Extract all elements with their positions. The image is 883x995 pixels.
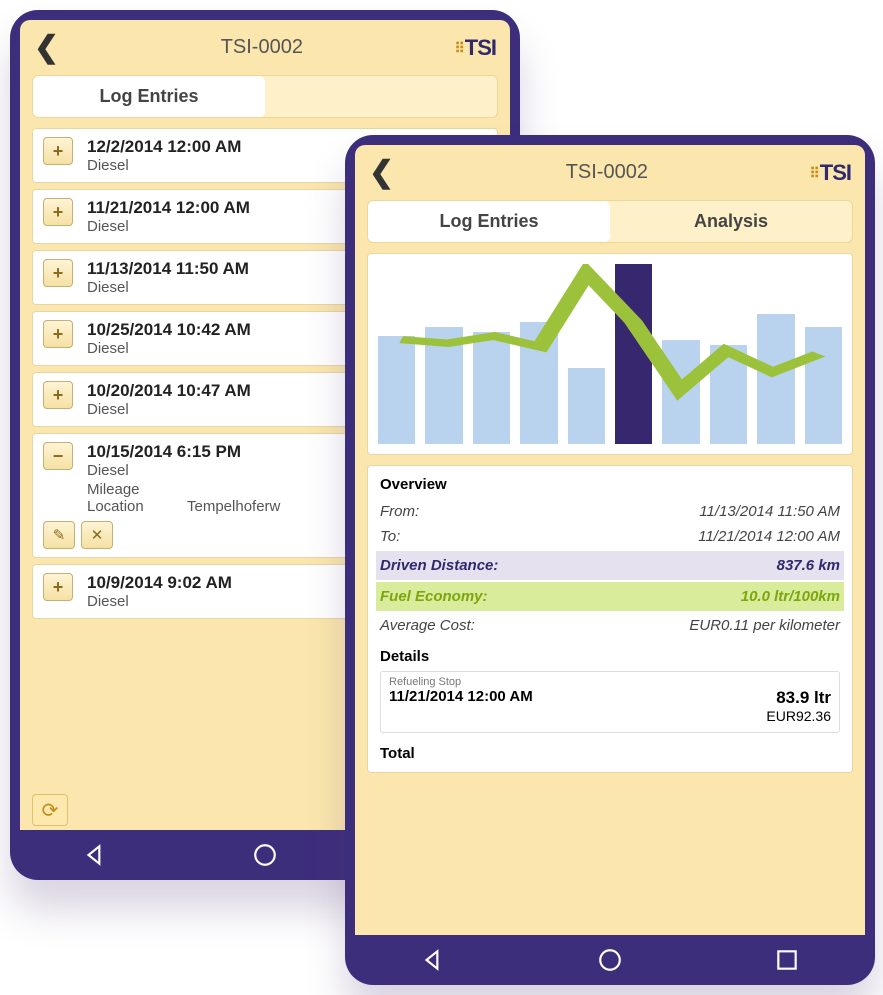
entry-type: Diesel: [87, 279, 249, 296]
screen-analysis: ❮ TSI-0002 TSI Log Entries Analysis Over…: [355, 145, 865, 935]
tsi-logo: TSI: [810, 160, 852, 186]
mileage-label: Mileage: [87, 481, 187, 498]
overview-to-label: To:: [380, 528, 400, 545]
stop-date: 11/21/2014 12:00 AM: [389, 688, 533, 705]
total-label: Total: [380, 745, 840, 762]
expand-icon[interactable]: +: [43, 573, 73, 601]
entry-info: 11/13/2014 11:50 AM Diesel: [87, 259, 249, 296]
overview-fuel: Fuel Economy: 10.0 ltr/100km: [376, 582, 844, 611]
expand-icon[interactable]: +: [43, 259, 73, 287]
entry-info: 10/25/2014 10:42 AM Diesel: [87, 320, 251, 357]
overview-avg: Average Cost: EUR0.11 per kilometer: [380, 613, 840, 638]
refresh-button[interactable]: ⟳: [32, 794, 68, 826]
tabs: Log Entries Analysis: [367, 200, 853, 243]
expand-icon[interactable]: +: [43, 320, 73, 348]
entry-date: 11/21/2014 12:00 AM: [87, 198, 250, 218]
stop-cost: EUR92.36: [766, 708, 831, 724]
entry-info: 10/15/2014 6:15 PM Diesel Mileage Locati…: [87, 442, 280, 515]
entry-type: Diesel: [87, 401, 251, 418]
location-value: Tempelhoferw: [187, 498, 280, 515]
expand-icon[interactable]: +: [43, 381, 73, 409]
entry-date: 10/15/2014 6:15 PM: [87, 442, 280, 462]
tab-log-entries[interactable]: Log Entries: [368, 201, 610, 242]
tabs: Log Entries: [32, 75, 498, 118]
overview-from: From: 11/13/2014 11:50 AM: [380, 499, 840, 524]
expand-icon[interactable]: +: [43, 198, 73, 226]
page-title: TSI-0002: [69, 36, 454, 59]
details-title: Details: [380, 648, 840, 665]
overview-to: To: 11/21/2014 12:00 AM: [380, 524, 840, 549]
nav-home-icon[interactable]: [597, 947, 623, 973]
delete-icon[interactable]: ✕: [81, 521, 113, 549]
nav-back-icon[interactable]: [420, 947, 446, 973]
entry-info: 11/21/2014 12:00 AM Diesel: [87, 198, 250, 235]
overview-driven: Driven Distance: 837.6 km: [376, 551, 844, 580]
tsi-logo: TSI: [455, 35, 497, 61]
entry-type: Diesel: [87, 340, 251, 357]
nav-recent-icon[interactable]: [774, 947, 800, 973]
entry-date: 10/9/2014 9:02 AM: [87, 573, 232, 593]
overview-to-value: 11/21/2014 12:00 AM: [698, 528, 840, 545]
mobile-device-analysis: ❮ TSI-0002 TSI Log Entries Analysis Over…: [345, 135, 875, 985]
entry-date: 12/2/2014 12:00 AM: [87, 137, 241, 157]
chart-container: [367, 253, 853, 455]
mileage-value: [187, 481, 280, 498]
expand-icon[interactable]: +: [43, 137, 73, 165]
collapse-icon[interactable]: −: [43, 442, 73, 470]
analysis-panel: Overview From: 11/13/2014 11:50 AM To: 1…: [367, 253, 853, 923]
stop-amount: 83.9 ltr: [766, 688, 831, 708]
fuel-chart[interactable]: [378, 264, 842, 444]
entry-details: Mileage Location Tempelhoferw: [87, 481, 280, 515]
tab-analysis[interactable]: Analysis: [610, 201, 852, 242]
entry-type: Diesel: [87, 157, 241, 174]
nav-back-icon[interactable]: [82, 842, 108, 868]
tab-log-entries[interactable]: Log Entries: [33, 76, 265, 117]
entry-info: 10/9/2014 9:02 AM Diesel: [87, 573, 232, 610]
header: ❮ TSI-0002 TSI: [20, 20, 510, 71]
stop-label: Refueling Stop: [389, 676, 831, 688]
overview-driven-value: 837.6 km: [777, 557, 840, 574]
entry-info: 12/2/2014 12:00 AM Diesel: [87, 137, 241, 174]
entry-info: 10/20/2014 10:47 AM Diesel: [87, 381, 251, 418]
nav-home-icon[interactable]: [252, 842, 278, 868]
refresh-icon: ⟳: [42, 798, 59, 823]
overview-from-label: From:: [380, 503, 419, 520]
back-button[interactable]: ❮: [369, 155, 404, 190]
entry-date: 10/20/2014 10:47 AM: [87, 381, 251, 401]
header: ❮ TSI-0002 TSI: [355, 145, 865, 196]
back-button[interactable]: ❮: [34, 30, 69, 65]
overview-title: Overview: [380, 476, 840, 493]
entry-type: Diesel: [87, 593, 232, 610]
entry-type: Diesel: [87, 462, 280, 479]
overview-avg-label: Average Cost:: [380, 617, 475, 634]
location-label: Location: [87, 498, 187, 515]
android-navbar: [345, 935, 875, 985]
details-section: Details Refueling Stop 11/21/2014 12:00 …: [380, 648, 840, 762]
overview-from-value: 11/13/2014 11:50 AM: [699, 503, 840, 520]
entry-type: Diesel: [87, 218, 250, 235]
overview-fuel-label: Fuel Economy:: [380, 588, 488, 605]
page-title: TSI-0002: [404, 161, 809, 184]
overview-box: Overview From: 11/13/2014 11:50 AM To: 1…: [367, 465, 853, 773]
overview-avg-value: EUR0.11 per kilometer: [689, 617, 840, 634]
refueling-stop[interactable]: Refueling Stop 11/21/2014 12:00 AM 83.9 …: [380, 671, 840, 733]
overview-fuel-value: 10.0 ltr/100km: [741, 588, 840, 605]
entry-date: 10/25/2014 10:42 AM: [87, 320, 251, 340]
edit-icon[interactable]: ✎: [43, 521, 75, 549]
overview-driven-label: Driven Distance:: [380, 557, 498, 574]
entry-date: 11/13/2014 11:50 AM: [87, 259, 249, 279]
